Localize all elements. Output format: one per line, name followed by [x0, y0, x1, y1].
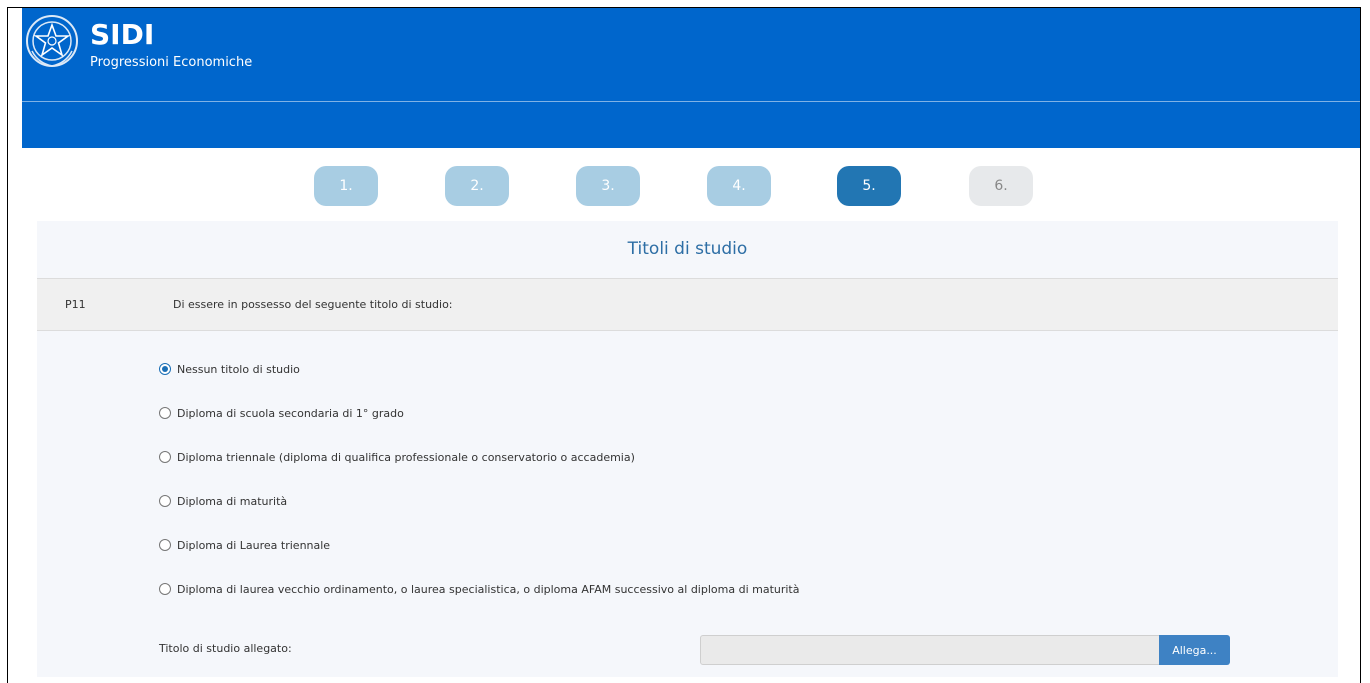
step-1-button[interactable]: 1. [314, 166, 378, 206]
step-5-button[interactable]: 5. [837, 166, 901, 206]
option-label: Diploma di maturità [177, 494, 288, 508]
radio-option-triennale[interactable]: Diploma triennale (diploma di qualifica … [159, 448, 635, 466]
step-2-button[interactable]: 2. [445, 166, 509, 206]
radio-option-laurea-triennale[interactable]: Diploma di Laurea triennale [159, 536, 330, 554]
attachment-field[interactable] [700, 635, 1162, 665]
attachment-label: Titolo di studio allegato: [159, 642, 292, 655]
header-bar: SIDI Progressioni Economiche [22, 8, 1360, 148]
titoli-panel: Titoli di studio P11 Di essere in posses… [37, 221, 1338, 677]
radio-option-secondaria[interactable]: Diploma di scuola secondaria di 1° grado [159, 404, 404, 422]
option-label: Diploma di laurea vecchio ordinamento, o… [177, 582, 800, 596]
radio-unchecked-icon[interactable] [159, 451, 171, 463]
page-frame: SIDI Progressioni Economiche 1. 2. 3. 4.… [7, 7, 1361, 683]
radio-option-nessun-titolo[interactable]: Nessun titolo di studio [159, 360, 300, 378]
wizard-steps: 1. 2. 3. 4. 5. 6. [8, 166, 1360, 206]
question-text: Di essere in possesso del seguente titol… [173, 298, 453, 311]
section-title: Titoli di studio [627, 239, 748, 259]
app-title: SIDI [90, 18, 155, 51]
radio-unchecked-icon[interactable] [159, 583, 171, 595]
italian-republic-emblem-icon [26, 15, 78, 67]
option-label: Diploma triennale (diploma di qualifica … [177, 450, 635, 464]
radio-unchecked-icon[interactable] [159, 539, 171, 551]
step-3-button[interactable]: 3. [576, 166, 640, 206]
option-label: Diploma di Laurea triennale [177, 538, 331, 552]
option-label: Nessun titolo di studio [177, 362, 300, 376]
radio-unchecked-icon[interactable] [159, 495, 171, 507]
allega-button[interactable]: Allega... [1159, 635, 1230, 665]
step-4-button[interactable]: 4. [707, 166, 771, 206]
radio-unchecked-icon[interactable] [159, 407, 171, 419]
header-divider [22, 101, 1360, 102]
radio-option-maturita[interactable]: Diploma di maturità [159, 492, 287, 510]
app-subtitle: Progressioni Economiche [90, 55, 253, 70]
radio-checked-icon[interactable] [159, 363, 171, 375]
step-6-button[interactable]: 6. [969, 166, 1033, 206]
option-label: Diploma di scuola secondaria di 1° grado [177, 406, 404, 420]
question-code: P11 [65, 298, 86, 311]
radio-option-laurea-vecchio[interactable]: Diploma di laurea vecchio ordinamento, o… [159, 580, 800, 598]
question-row: P11 Di essere in possesso del seguente t… [37, 278, 1338, 331]
